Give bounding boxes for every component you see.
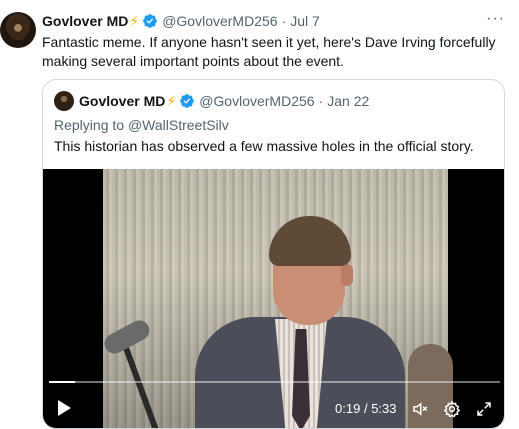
quoted-author-name[interactable]: Govlover MD	[79, 93, 165, 109]
play-button[interactable]	[55, 399, 73, 417]
video-time: 0:19 / 5:33	[335, 401, 397, 416]
quoted-tweet-date[interactable]: Jan 22	[327, 93, 369, 109]
tweet[interactable]: Govlover MD ⚡ @GovloverMD256 · Jul 7 ···…	[0, 0, 519, 429]
replying-to: Replying to @WallStreetSilv	[54, 117, 229, 133]
tweet-header: Govlover MD ⚡ @GovloverMD256 · Jul 7	[42, 11, 320, 31]
mute-button[interactable]	[410, 399, 430, 419]
video-frame-speaker-ear	[341, 264, 353, 286]
video-player[interactable]: 0:19 / 5:33	[43, 169, 504, 428]
video-duration: 5:33	[371, 401, 397, 416]
settings-button[interactable]	[442, 399, 462, 419]
replying-to-label: Replying to	[54, 117, 125, 133]
lightning-emoji: ⚡	[129, 12, 140, 29]
quoted-tweet-text: This historian has observed a few massiv…	[54, 138, 474, 154]
author-avatar[interactable]	[0, 12, 36, 48]
video-progress-bar[interactable]	[49, 381, 500, 383]
fullscreen-button[interactable]	[474, 399, 494, 419]
tweet-date[interactable]: Jul 7	[290, 13, 320, 29]
lightning-emoji: ⚡	[166, 92, 177, 109]
quoted-tweet-header: Govlover MD ⚡ @GovloverMD256 · Jan 22	[54, 91, 369, 111]
quoted-author-avatar[interactable]	[54, 91, 74, 111]
video-progress-fill	[49, 381, 75, 383]
video-time-separator: /	[363, 401, 368, 416]
author-name[interactable]: Govlover MD	[42, 13, 128, 29]
verified-badge-icon	[143, 14, 158, 28]
quoted-author-handle[interactable]: @GovloverMD256	[199, 93, 314, 109]
verified-badge-icon	[180, 94, 195, 108]
author-handle[interactable]: @GovloverMD256	[162, 13, 277, 29]
separator-dot: ·	[281, 13, 287, 29]
gear-icon	[443, 400, 461, 418]
quoted-tweet[interactable]: Govlover MD ⚡ @GovloverMD256 · Jan 22 Re…	[42, 79, 505, 429]
reply-mention-link[interactable]: @WallStreetSilv	[128, 117, 229, 133]
play-icon	[58, 400, 71, 416]
video-current-time: 0:19	[335, 401, 361, 416]
separator-dot: ·	[318, 93, 324, 109]
muted-speaker-icon	[413, 402, 428, 416]
more-options-icon[interactable]: ···	[486, 10, 505, 28]
tweet-text: Fantastic meme. If anyone hasn't seen it…	[42, 34, 496, 69]
expand-icon	[477, 402, 491, 416]
